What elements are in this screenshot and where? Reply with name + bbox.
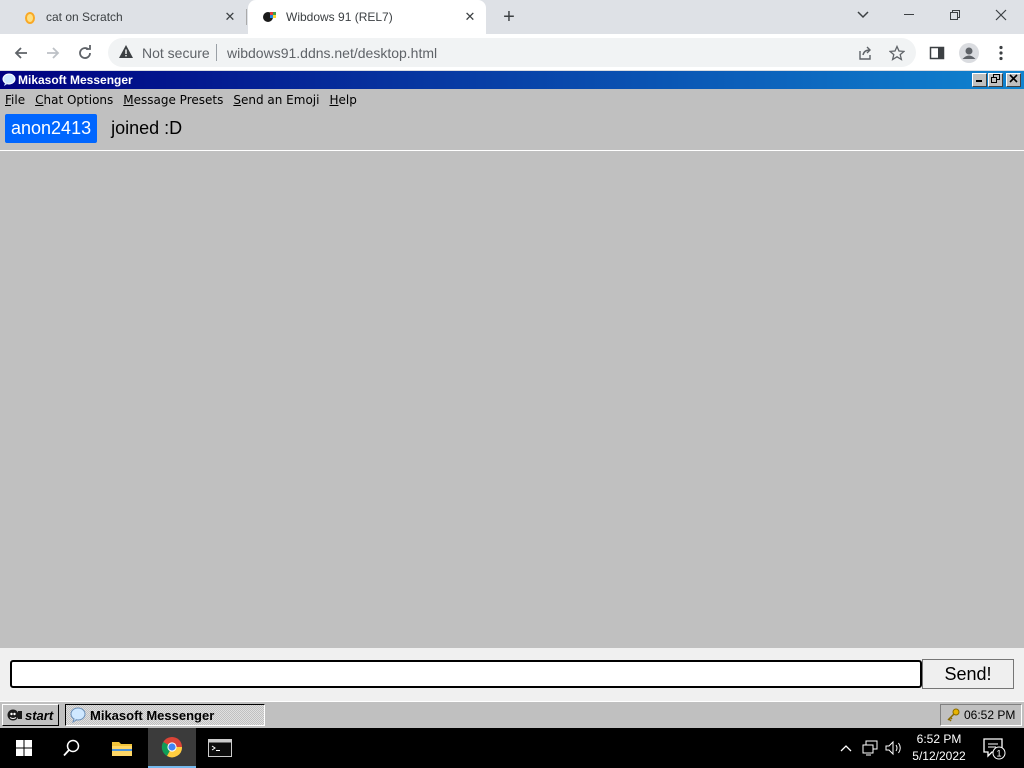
tab-divider	[246, 9, 247, 25]
os-clock-date: 5/12/2022	[912, 749, 966, 763]
taskbar-task-messenger[interactable]: Mikasoft Messenger	[65, 704, 265, 726]
tray-clock: 06:52 PM	[964, 708, 1016, 722]
scratch-cat-icon	[22, 9, 38, 25]
chat-bubble-icon	[70, 707, 86, 724]
os-taskbar: 6:52 PM 5/12/2022 1	[0, 728, 1024, 768]
minimize-window-button[interactable]	[886, 0, 932, 30]
bookmark-star-icon[interactable]	[888, 44, 906, 62]
omnibox-divider	[216, 44, 217, 61]
menu-file[interactable]: File	[0, 93, 30, 107]
close-icon[interactable]: ✕	[462, 9, 478, 25]
window-title: Mikasoft Messenger	[18, 73, 133, 87]
menu-help[interactable]: Help	[324, 93, 361, 107]
tab-title: Wibdows 91 (REL7)	[286, 10, 393, 24]
notification-count: 1	[996, 749, 1001, 759]
chrome-icon[interactable]	[148, 728, 196, 768]
chat-username-badge[interactable]: anon2413	[5, 114, 98, 143]
tab-title: cat on Scratch	[46, 10, 123, 24]
tab-search-chevron-icon[interactable]	[840, 0, 886, 30]
start-label: start	[25, 707, 54, 723]
send-button[interactable]: Send!	[922, 659, 1014, 689]
tab-wibdows-91[interactable]: Wibdows 91 (REL7) ✕	[248, 0, 486, 34]
chat-message-text: joined :D	[111, 118, 183, 138]
menu-send-an-emoji[interactable]: Send an Emoji	[228, 93, 324, 107]
chat-bubble-icon	[2, 73, 16, 87]
system-tray: 06:52 PM	[940, 704, 1022, 726]
windows-start-icon[interactable]	[0, 728, 48, 768]
wibdows-logo-icon	[262, 9, 278, 25]
warning-icon[interactable]	[118, 44, 134, 60]
key-icon[interactable]	[946, 708, 960, 722]
share-icon[interactable]	[856, 44, 874, 62]
menu-bar: File Chat Options Message Presets Send a…	[0, 90, 1024, 109]
url-text[interactable]: wibdows91.ddns.net/desktop.html	[227, 45, 437, 61]
chat-log: anon2413 joined :D	[0, 111, 1024, 151]
chevron-up-icon[interactable]	[836, 738, 856, 758]
search-icon[interactable]	[48, 728, 96, 768]
menu-chat-options[interactable]: Chat Options	[30, 93, 118, 107]
browser-toolbar: Not secure wibdows91.ddns.net/desktop.ht…	[0, 34, 1024, 71]
volume-icon[interactable]	[884, 738, 904, 758]
forward-arrow-icon[interactable]	[40, 40, 66, 66]
terminal-icon[interactable]	[196, 728, 244, 768]
side-panel-icon[interactable]	[926, 42, 948, 64]
messenger-window: Mikasoft Messenger File Chat Options Mes…	[0, 71, 1024, 701]
address-bar[interactable]: Not secure wibdows91.ddns.net/desktop.ht…	[108, 38, 916, 67]
wibdows-start-logo-icon	[7, 708, 23, 722]
os-clock[interactable]: 6:52 PM 5/12/2022	[906, 731, 972, 765]
restore-window-button[interactable]	[932, 0, 978, 30]
message-input[interactable]	[10, 660, 922, 688]
new-tab-button[interactable]: +	[498, 6, 520, 28]
network-icon[interactable]	[860, 738, 880, 758]
task-label: Mikasoft Messenger	[90, 707, 215, 723]
more-menu-icon[interactable]	[990, 42, 1012, 64]
back-arrow-icon[interactable]	[8, 40, 34, 66]
os-clock-time: 6:52 PM	[916, 732, 962, 746]
composer-bar: Send!	[0, 648, 1024, 701]
close-window-button[interactable]	[978, 0, 1024, 30]
window-restore-button[interactable]	[988, 73, 1003, 87]
reload-icon[interactable]	[72, 40, 98, 66]
security-label[interactable]: Not secure	[142, 45, 210, 61]
file-explorer-icon[interactable]	[98, 728, 146, 768]
window-minimize-button[interactable]	[972, 73, 987, 87]
profile-avatar-icon[interactable]	[958, 42, 980, 64]
chat-message: anon2413 joined :D	[5, 114, 182, 143]
notification-center-icon[interactable]: 1	[982, 736, 1006, 760]
menu-message-presets[interactable]: Message Presets	[118, 93, 228, 107]
browser-tabstrip: cat on Scratch ✕ Wibdows 91 (REL7) ✕ +	[0, 0, 1024, 34]
window-titlebar[interactable]: Mikasoft Messenger	[0, 71, 1024, 89]
tab-cat-on-scratch[interactable]: cat on Scratch ✕	[8, 0, 246, 34]
close-icon[interactable]: ✕	[222, 9, 238, 25]
start-button[interactable]: start	[2, 704, 59, 726]
window-close-button[interactable]	[1006, 73, 1021, 87]
wibdows-taskbar: start Mikasoft Messenger 06:52 PM	[0, 701, 1024, 728]
